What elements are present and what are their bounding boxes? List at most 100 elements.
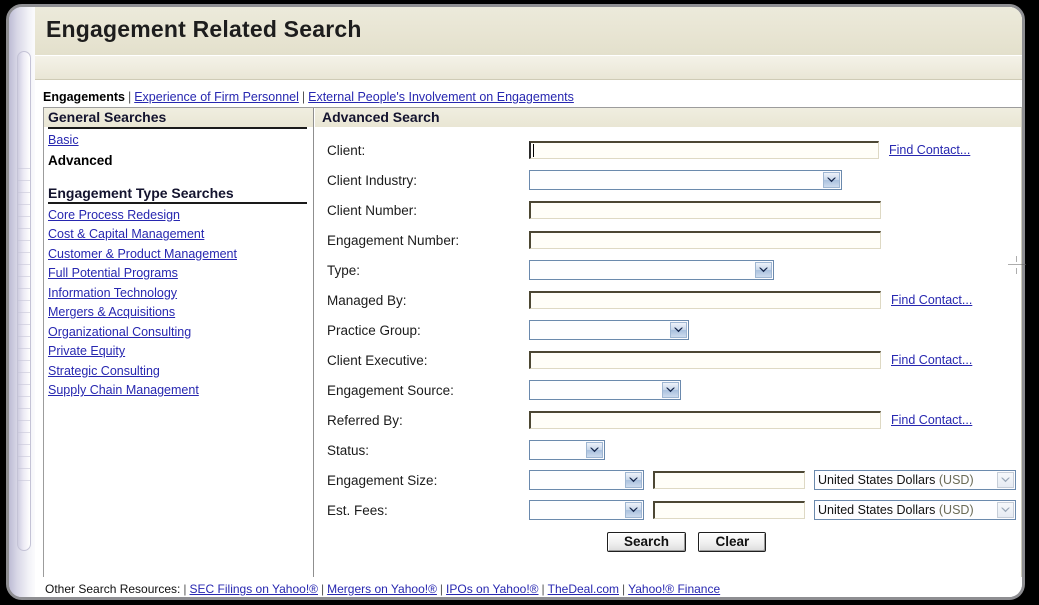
control-client-executive: Find Contact... (529, 351, 972, 369)
chevron-down-icon[interactable] (586, 442, 603, 458)
chevron-down-icon[interactable] (997, 472, 1014, 488)
search-button[interactable]: Search (607, 532, 687, 552)
sidebar-item-customer-product-management[interactable]: Customer & Product Management (48, 245, 313, 265)
engagement-source-select[interactable] (529, 380, 681, 400)
footer-link-sec-filings[interactable]: SEC Filings on Yahoo!® (190, 582, 318, 596)
advanced-search-header: Advanced Search (315, 108, 1021, 127)
control-referred-by: Find Contact... (529, 411, 972, 429)
engagement-size-operator-select[interactable] (529, 470, 644, 490)
chevron-down-icon[interactable] (755, 262, 772, 278)
footer-separator-3: | (541, 582, 545, 596)
status-select[interactable] (529, 440, 605, 460)
client-number-input[interactable] (529, 201, 881, 219)
main-content-area: General Searches Basic Advanced Engageme… (43, 107, 1022, 577)
nav-separator-1: | (127, 90, 132, 104)
page-title: Engagement Related Search (46, 16, 362, 42)
sidebar-item-advanced[interactable]: Advanced (48, 151, 313, 171)
engagement-size-amount-input[interactable] (653, 471, 805, 489)
form-row-client-number: Client Number: (315, 195, 1021, 225)
sidebar-item-cost-capital-management[interactable]: Cost & Capital Management (48, 225, 313, 245)
control-client-industry (529, 170, 842, 190)
footer-link-thedeal[interactable]: TheDeal.com (548, 582, 619, 596)
referred-by-input[interactable] (529, 411, 881, 429)
sidebar-item-organizational-consulting[interactable]: Organizational Consulting (48, 323, 313, 343)
chevron-down-icon[interactable] (823, 172, 840, 188)
sidebar-engagement-type-header: Engagement Type Searches (48, 184, 234, 201)
control-engagement-source (529, 380, 681, 400)
control-managed-by: Find Contact... (529, 291, 972, 309)
client-input-wrap (529, 140, 879, 160)
control-est-fees: United States Dollars (USD) (529, 500, 1016, 520)
find-contact-link-managed-by[interactable]: Find Contact... (891, 293, 972, 307)
chevron-down-icon[interactable] (662, 382, 679, 398)
nav-link-external-peoples-involvement[interactable]: External People's Involvement on Engagem… (308, 90, 574, 104)
sidebar-item-core-process-redesign[interactable]: Core Process Redesign (48, 206, 313, 226)
control-engagement-number (529, 231, 881, 249)
find-contact-link-referred-by[interactable]: Find Contact... (891, 413, 972, 427)
label-engagement-source: Engagement Source: (327, 382, 454, 398)
practice-group-select[interactable] (529, 320, 689, 340)
control-client: Find Contact... (529, 140, 970, 160)
footer-separator-0: | (183, 582, 187, 596)
est-fees-currency-select[interactable]: United States Dollars (USD) (814, 500, 1016, 520)
breadcrumb-nav: Engagements | Experience of Firm Personnel… (35, 90, 1022, 107)
engagement-size-currency-select[interactable]: United States Dollars (USD) (814, 470, 1016, 490)
form-row-managed-by: Managed By: Find Contact... (315, 285, 1021, 315)
est-fees-operator-select[interactable] (529, 500, 644, 520)
nav-link-experience-of-firm-personnel[interactable]: Experience of Firm Personnel (134, 90, 299, 104)
page-content: Engagement Related Search Engagements | Ex… (35, 7, 1022, 597)
form-row-referred-by: Referred By: Find Contact... (315, 405, 1021, 435)
header-sub-band (35, 56, 1022, 80)
label-client: Client: (327, 142, 366, 158)
sidebar-item-mergers-acquisitions[interactable]: Mergers & Acquisitions (48, 303, 313, 323)
control-status (529, 440, 605, 460)
chevron-down-icon[interactable] (625, 502, 642, 518)
sidebar: General Searches Basic Advanced Engageme… (44, 108, 314, 577)
type-select[interactable] (529, 260, 774, 280)
chevron-down-icon[interactable] (997, 502, 1014, 518)
text-caret (533, 143, 534, 157)
footer-link-mergers[interactable]: Mergers on Yahoo!® (327, 582, 437, 596)
form-row-engagement-source: Engagement Source: (315, 375, 1021, 405)
est-fees-amount-input[interactable] (653, 501, 805, 519)
header-spacer (35, 80, 1022, 90)
client-executive-input[interactable] (529, 351, 881, 369)
footer-resources: Other Search Resources: | SEC Filings on Y… (43, 577, 1022, 596)
form-actions-inner: Search Clear (607, 532, 1021, 552)
form-row-type: Type: (315, 255, 1021, 285)
sidebar-item-supply-chain-management[interactable]: Supply Chain Management (48, 381, 313, 401)
control-type (529, 260, 774, 280)
sidebar-item-strategic-consulting[interactable]: Strategic Consulting (48, 362, 313, 382)
managed-by-input[interactable] (529, 291, 881, 309)
browser-window-frame: Engagement Related Search Engagements | Ex… (6, 4, 1025, 600)
clear-button[interactable]: Clear (698, 532, 767, 552)
footer-separator-1: | (321, 582, 325, 596)
label-client-executive: Client Executive: (327, 352, 428, 368)
sidebar-type-items: Core Process Redesign Cost & Capital Man… (44, 204, 313, 401)
sidebar-item-basic[interactable]: Basic (48, 131, 313, 151)
form-row-engagement-number: Engagement Number: (315, 225, 1021, 255)
sidebar-item-full-potential-programs[interactable]: Full Potential Programs (48, 264, 313, 284)
est-fees-currency-value: United States Dollars (USD) (818, 503, 974, 517)
sidebar-item-information-technology[interactable]: Information Technology (48, 284, 313, 304)
chevron-down-icon[interactable] (670, 322, 687, 338)
client-input[interactable] (529, 140, 879, 159)
find-contact-link-client-executive[interactable]: Find Contact... (891, 353, 972, 367)
chevron-down-icon[interactable] (625, 472, 642, 488)
scrollbar-texture (18, 157, 30, 487)
window-left-gutter (9, 7, 35, 597)
control-client-number (529, 201, 881, 219)
footer-link-yahoo-finance[interactable]: Yahoo!® Finance (628, 582, 720, 596)
label-type: Type: (327, 262, 361, 278)
control-engagement-size: United States Dollars (USD) (529, 470, 1016, 490)
footer-link-ipos[interactable]: IPOs on Yahoo!® (446, 582, 538, 596)
sidebar-item-private-equity[interactable]: Private Equity (48, 342, 313, 362)
form-row-status: Status: (315, 435, 1021, 465)
engagement-number-input[interactable] (529, 231, 881, 249)
nav-separator-2: | (301, 90, 306, 104)
client-industry-select[interactable] (529, 170, 842, 190)
footer-label: Other Search Resources: (45, 582, 181, 596)
sidebar-general-items: Basic Advanced (44, 129, 313, 171)
form-actions: Search Clear (315, 525, 1021, 552)
find-contact-link-client[interactable]: Find Contact... (889, 143, 970, 157)
